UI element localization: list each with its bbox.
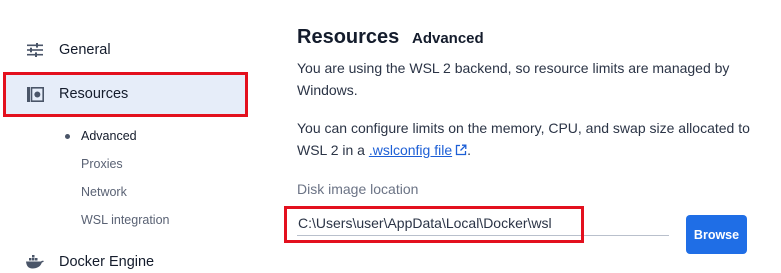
sidebar-item-resources[interactable]: Resources <box>4 74 245 114</box>
settings-window: General Resources Advanced Proxies Netwo… <box>0 0 781 273</box>
page-subtitle: Advanced <box>412 30 484 47</box>
sidebar-subitem-wsl-integration[interactable]: WSL integration <box>81 213 169 227</box>
page-title: Resources <box>297 26 400 48</box>
sidebar-item-general[interactable]: General <box>4 30 245 70</box>
browse-button[interactable]: Browse <box>686 215 747 254</box>
sidebar-subitem-advanced[interactable]: Advanced <box>81 129 137 143</box>
disk-image-location-label: Disk image location <box>297 181 419 197</box>
active-bullet <box>65 134 70 139</box>
disk-image-path-input[interactable] <box>297 212 669 236</box>
sidebar-subitem-network[interactable]: Network <box>81 185 127 199</box>
sidebar-item-label: Resources <box>59 86 129 102</box>
wslconfig-notice-text: You can configure limits on the memory, … <box>297 120 750 158</box>
sliders-icon <box>26 41 44 59</box>
sidebar-item-docker-engine[interactable]: Docker Engine <box>4 242 245 273</box>
wslconfig-notice-suffix: . <box>467 142 472 158</box>
main-panel: Resources Advanced You are using the WSL… <box>297 0 781 273</box>
sidebar-item-label: General <box>59 42 111 58</box>
wslconfig-link-label: .wslconfig file <box>368 142 453 158</box>
wslconfig-notice: You can configure limits on the memory, … <box>297 117 757 161</box>
sidebar-subitem-proxies[interactable]: Proxies <box>81 157 123 171</box>
whale-icon <box>26 253 44 271</box>
wslconfig-link[interactable]: .wslconfig file <box>369 142 467 158</box>
external-link-icon <box>455 144 467 156</box>
wsl-backend-notice: You are using the WSL 2 backend, so reso… <box>297 60 730 98</box>
settings-sidebar: General Resources Advanced Proxies Netwo… <box>0 0 260 273</box>
resources-icon <box>26 85 44 103</box>
sidebar-item-label: Docker Engine <box>59 254 155 270</box>
